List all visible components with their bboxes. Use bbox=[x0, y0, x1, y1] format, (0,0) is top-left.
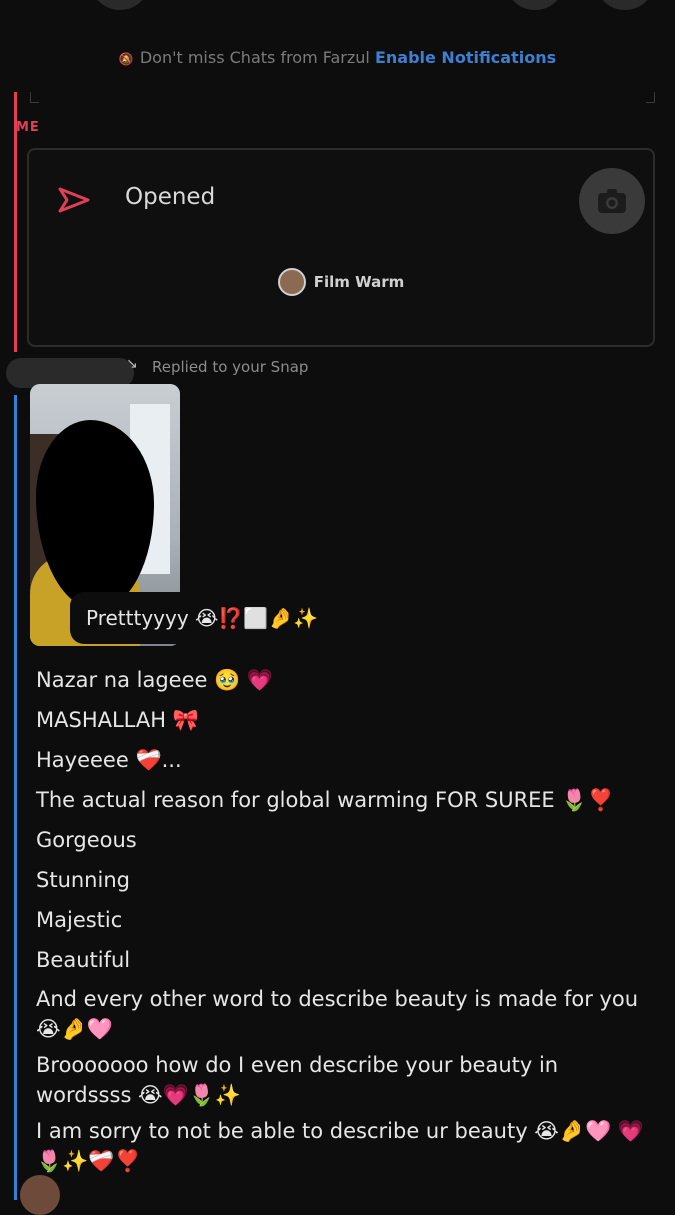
header-video-button-partial[interactable] bbox=[595, 0, 655, 10]
lens-name: Film Warm bbox=[313, 273, 405, 291]
camera-icon bbox=[598, 189, 626, 213]
them-thread-bar bbox=[14, 395, 17, 1200]
chat-message[interactable]: Beautiful bbox=[36, 940, 651, 980]
header-avatar-partial[interactable] bbox=[90, 0, 150, 10]
lens-info[interactable]: Film Warm bbox=[29, 268, 653, 296]
bell-icon: 🔕 bbox=[118, 52, 134, 66]
reply-context-text: Replied to your Snap bbox=[152, 358, 309, 376]
message-frame-corner-right bbox=[646, 92, 655, 103]
chat-message[interactable]: Hayeeee ❤️‍🩹... bbox=[36, 740, 651, 780]
snap-reply-caption: Pretttyyyy 😭⁉️⬜🤌✨ bbox=[70, 592, 335, 644]
notification-banner: 🔕 Don't miss Chats from Farzul Enable Not… bbox=[0, 48, 675, 67]
snap-status-text: Opened bbox=[125, 184, 216, 210]
message-list: Nazar na lageee 🥹 💗 MASHALLAH 🎀 Hayeeee … bbox=[36, 660, 651, 1182]
reply-header: ↘ Replied to your Snap bbox=[0, 352, 675, 388]
chat-message[interactable]: Nazar na lageee 🥹 💗 bbox=[36, 660, 651, 700]
snap-status-card[interactable]: Opened Film Warm bbox=[27, 148, 655, 347]
lens-thumbnail bbox=[277, 268, 306, 296]
chat-message[interactable]: I am sorry to not be able to describe ur… bbox=[36, 1116, 651, 1176]
chat-message[interactable]: Gorgeous bbox=[36, 820, 651, 860]
chat-message[interactable]: Brooooooo how do I even describe your be… bbox=[36, 1050, 651, 1110]
chat-message[interactable]: MASHALLAH 🎀 bbox=[36, 700, 651, 740]
sender-label-me: ME bbox=[16, 120, 40, 135]
chat-message[interactable]: The actual reason for global warming FOR… bbox=[36, 780, 651, 820]
notification-text: Don't miss Chats from Farzul bbox=[139, 48, 370, 67]
reply-camera-button[interactable] bbox=[579, 168, 645, 234]
chat-message[interactable]: And every other word to describe beauty … bbox=[36, 984, 651, 1044]
sender-avatar[interactable] bbox=[20, 1175, 60, 1215]
open-snap-arrow-icon bbox=[58, 187, 90, 213]
chat-message[interactable]: Stunning bbox=[36, 860, 651, 900]
message-frame-corner-left bbox=[30, 92, 39, 103]
chat-message[interactable]: Majestic bbox=[36, 900, 651, 940]
enable-notifications-link[interactable]: Enable Notifications bbox=[375, 48, 556, 67]
header-call-button-partial[interactable] bbox=[505, 0, 565, 10]
reply-arrow-icon: ↘ bbox=[126, 356, 138, 372]
